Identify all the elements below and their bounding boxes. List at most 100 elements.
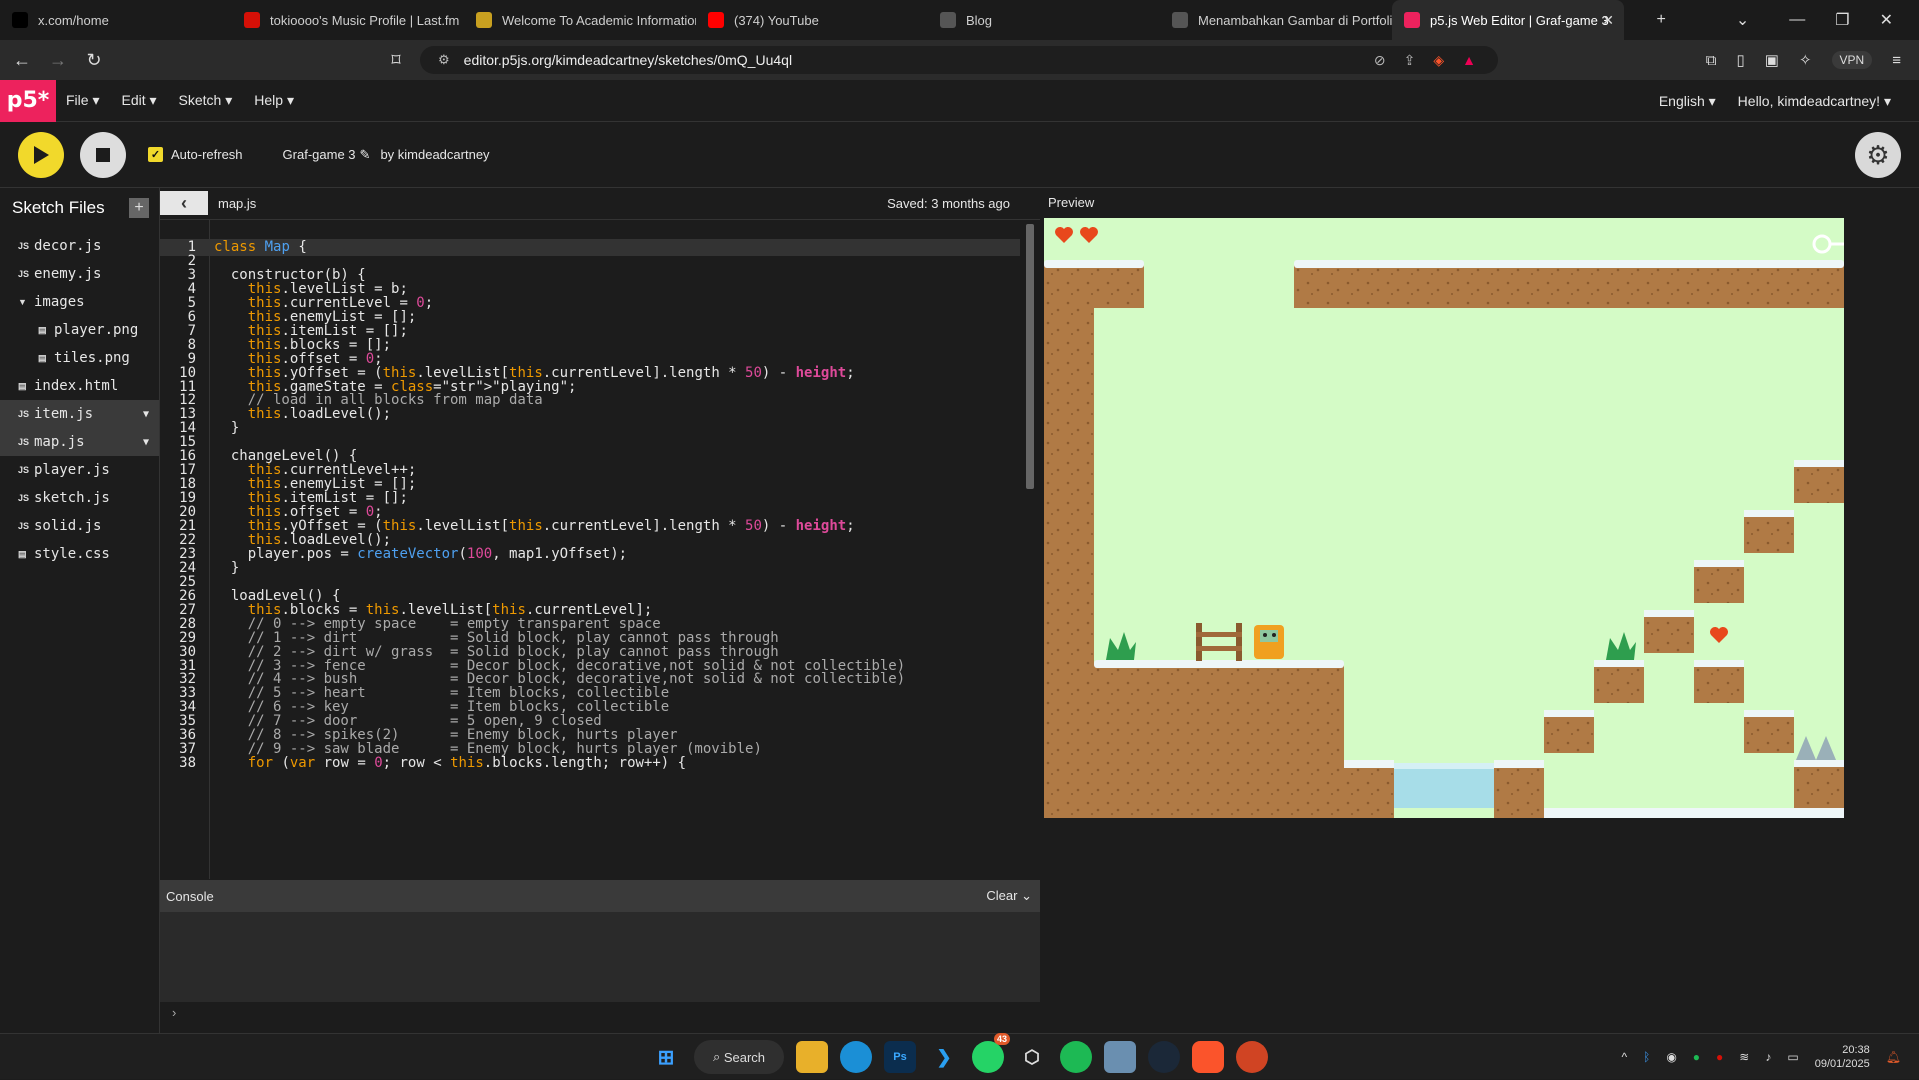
console-prompt-icon[interactable]: › <box>172 1005 176 1020</box>
file-item[interactable]: ▤index.html <box>0 372 159 400</box>
spotify-icon[interactable] <box>1060 1041 1092 1073</box>
menu-sketch[interactable]: Sketch ▾ <box>179 92 233 109</box>
menu-help[interactable]: Help ▾ <box>254 92 294 109</box>
file-item[interactable]: JSdecor.js <box>0 232 159 260</box>
wifi-icon[interactable]: ≋ <box>1739 1050 1749 1064</box>
snow-cap <box>1644 610 1694 617</box>
browser-tab[interactable]: tokioooo's Music Profile | Last.fm <box>232 0 464 40</box>
stair-block <box>1794 463 1844 503</box>
file-item[interactable]: JSplayer.js <box>0 456 159 484</box>
whatsapp-icon[interactable]: 43 <box>972 1041 1004 1073</box>
snow-cap <box>1794 460 1844 467</box>
key-outline-icon <box>1814 236 1844 252</box>
vpn-button[interactable]: VPN <box>1832 51 1873 69</box>
powerpoint-icon[interactable] <box>1236 1041 1268 1073</box>
minimize-icon[interactable]: — <box>1789 11 1805 29</box>
preview-canvas[interactable] <box>1044 218 1844 818</box>
bluetooth-icon[interactable]: ᛒ <box>1643 1050 1650 1064</box>
sidebar-toggle-icon[interactable]: ▯ <box>1737 51 1745 69</box>
file-item[interactable]: JSenemy.js <box>0 260 159 288</box>
stop-button[interactable] <box>80 132 126 178</box>
reader-mode-icon[interactable]: ⊘ <box>1374 52 1386 69</box>
lastfm-tray-icon[interactable]: ● <box>1716 1050 1723 1064</box>
brave-rewards-icon[interactable]: ▲ <box>1462 52 1476 68</box>
browser-tab-bar: x.com/hometokioooo's Music Profile | Las… <box>0 0 1919 40</box>
photoshop-icon[interactable]: Ps <box>884 1041 916 1073</box>
wallet-icon[interactable]: ▣ <box>1765 51 1779 69</box>
share-icon[interactable]: ⇪ <box>1404 52 1416 69</box>
notification-bell-icon[interactable]: 🔔︎ <box>1886 1050 1901 1064</box>
code-line[interactable]: 38 for (var row = 0; row < this.blocks.l… <box>160 755 1020 772</box>
file-options-icon[interactable]: ▼ <box>143 409 149 420</box>
leo-ai-icon[interactable]: ✧ <box>1799 51 1812 69</box>
settings-button[interactable]: ⚙ <box>1855 132 1901 178</box>
browser-tab[interactable]: p5.js Web Editor | Graf-game 3✕ <box>1392 0 1624 40</box>
edge-icon[interactable] <box>840 1041 872 1073</box>
p5-logo[interactable]: p5* <box>0 80 56 122</box>
url-field[interactable]: ⚙ editor.p5js.org/kimdeadcartney/sketche… <box>420 46 1498 74</box>
steam-tray-icon[interactable]: ◉ <box>1666 1050 1676 1064</box>
image-viewer-icon[interactable] <box>1104 1041 1136 1073</box>
snow-cap <box>1794 760 1844 767</box>
collapse-sidebar-button[interactable]: ‹ <box>160 191 208 215</box>
file-item[interactable]: ▼images <box>0 288 159 316</box>
file-item[interactable]: ▤player.png <box>0 316 159 344</box>
file-item[interactable]: JSitem.js▼ <box>0 400 159 428</box>
browser-tab[interactable]: Menambahkan Gambar di Portfolio <box>1160 0 1392 40</box>
auto-refresh-checkbox[interactable]: ✓ <box>148 147 163 162</box>
brave-shields-icon[interactable]: ◈ <box>1433 52 1444 69</box>
tab-list-icon[interactable]: ⌄ <box>1736 10 1749 30</box>
start-icon[interactable]: ⊞ <box>650 1041 682 1073</box>
code-editor[interactable]: 1class Map {23 constructor(b) {4 this.le… <box>160 219 1040 879</box>
file-options-icon[interactable]: ▼ <box>143 437 149 448</box>
snow-cap <box>1094 660 1344 668</box>
tab-title: Welcome To Academic Information <box>502 13 696 28</box>
editor-scrollbar[interactable] <box>1026 224 1034 489</box>
file-item[interactable]: JSmap.js▼ <box>0 428 159 456</box>
spotify-tray-icon[interactable]: ● <box>1693 1050 1700 1064</box>
browser-tab[interactable]: x.com/home <box>0 0 232 40</box>
file-item[interactable]: JSsketch.js <box>0 484 159 512</box>
taskbar-search[interactable]: ⌕ Search <box>694 1040 784 1074</box>
add-file-button[interactable]: + <box>129 198 149 218</box>
brave-icon[interactable] <box>1192 1041 1224 1073</box>
language-select[interactable]: English ▾ <box>1659 93 1716 110</box>
close-window-icon[interactable]: ✕ <box>1880 10 1893 30</box>
edit-name-icon[interactable]: ✎ <box>360 147 371 163</box>
file-item[interactable]: ▤style.css <box>0 540 159 568</box>
ground-block <box>1494 763 1544 818</box>
clock[interactable]: 20:38 09/01/2025 <box>1815 1043 1870 1071</box>
file-icon: ▤ <box>38 325 54 336</box>
unity-icon[interactable]: ⬡ <box>1016 1041 1048 1073</box>
close-tab-icon[interactable]: ✕ <box>1602 12 1614 29</box>
battery-icon[interactable]: ▭ <box>1787 1050 1798 1064</box>
browser-tab[interactable]: Blog <box>928 0 1160 40</box>
menu-icon[interactable]: ≡ <box>1892 52 1901 69</box>
extensions-icon[interactable]: ⧉ <box>1706 52 1717 69</box>
user-menu[interactable]: Hello, kimdeadcartney! ▾ <box>1738 93 1891 110</box>
bookmark-icon[interactable]: ⌑ <box>378 40 414 80</box>
tray-expand-icon[interactable]: ^ <box>1621 1050 1627 1064</box>
file-explorer-icon[interactable] <box>796 1041 828 1073</box>
menu-file[interactable]: File ▾ <box>66 92 99 109</box>
menu-edit[interactable]: Edit ▾ <box>121 92 156 109</box>
browser-tab[interactable]: Welcome To Academic Information <box>464 0 696 40</box>
file-item[interactable]: JSsolid.js <box>0 512 159 540</box>
reload-icon[interactable]: ↻ <box>76 40 112 80</box>
vscode-icon[interactable]: ❯ <box>928 1041 960 1073</box>
steam-icon[interactable] <box>1148 1041 1180 1073</box>
menu-sketch-label: Sketch <box>179 92 222 108</box>
snow-cap <box>1494 760 1544 768</box>
console-clear-button[interactable]: Clear ⌄ <box>986 888 1032 904</box>
sketch-name[interactable]: Graf-game 3 <box>283 147 356 162</box>
file-item[interactable]: ▤tiles.png <box>0 344 159 372</box>
forward-icon[interactable]: → <box>40 40 76 80</box>
site-info-icon[interactable]: ⚙ <box>438 52 450 68</box>
url-text: editor.p5js.org/kimdeadcartney/sketches/… <box>464 52 792 68</box>
new-tab-icon[interactable]: + <box>1657 11 1666 29</box>
maximize-icon[interactable]: ❐ <box>1835 10 1849 30</box>
back-icon[interactable]: ← <box>4 40 40 80</box>
play-button[interactable] <box>18 132 64 178</box>
volume-icon[interactable]: ♪ <box>1765 1050 1771 1064</box>
browser-tab[interactable]: (374) YouTube <box>696 0 928 40</box>
